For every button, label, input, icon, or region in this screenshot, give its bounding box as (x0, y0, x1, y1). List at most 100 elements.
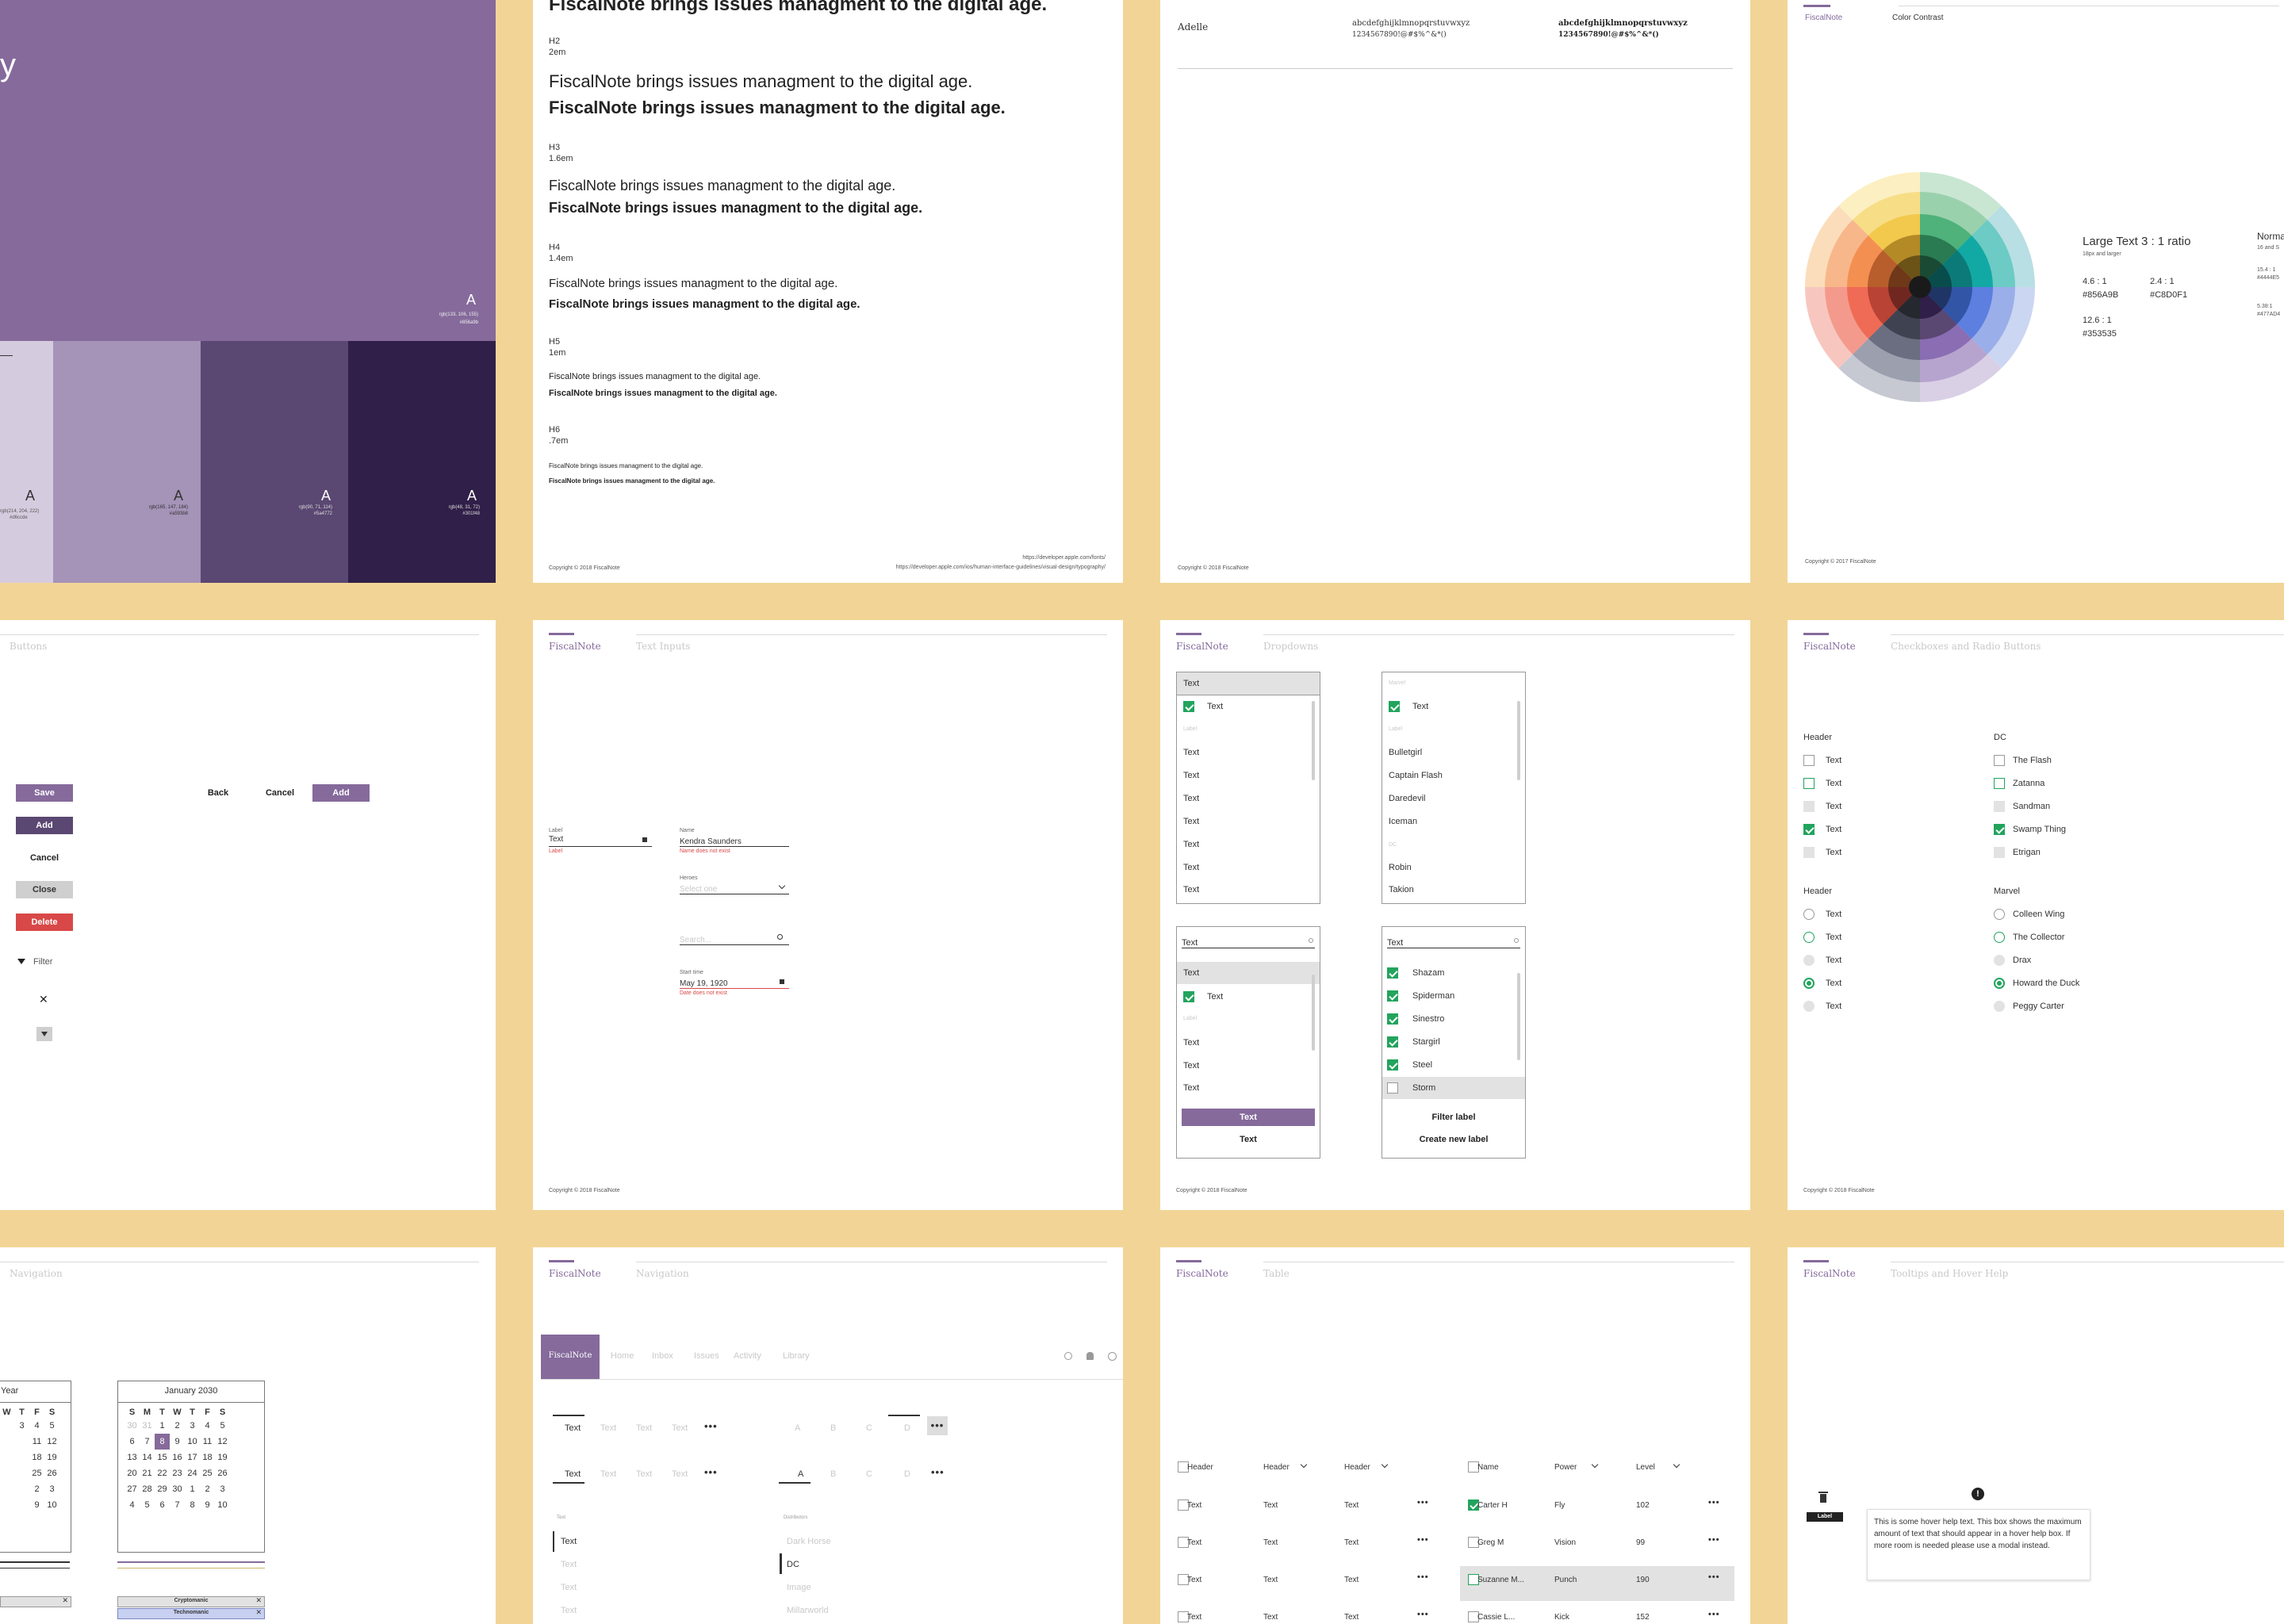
calendar-day[interactable]: 10 (44, 1497, 59, 1513)
calendar-day[interactable] (0, 1497, 14, 1513)
calendar-day[interactable]: 2 (200, 1481, 215, 1497)
calendar-day[interactable]: 18 (200, 1450, 215, 1465)
calendar-day[interactable]: 17 (185, 1450, 200, 1465)
table-row[interactable]: Cassie L... Kick 152 ••• (1460, 1603, 1734, 1624)
calendar-day[interactable]: 11 (29, 1434, 44, 1450)
nav-item-issues[interactable]: Issues (694, 1351, 719, 1361)
calendar-day[interactable]: 4 (200, 1418, 215, 1434)
bell-icon[interactable] (1086, 1352, 1094, 1360)
info-icon[interactable]: ! (1972, 1488, 1984, 1500)
chevron-down-icon[interactable] (1591, 1461, 1599, 1469)
calendar-day[interactable]: 26 (215, 1465, 230, 1481)
name-field[interactable]: Name Kendra Saunders Name does not exist (680, 828, 789, 854)
vertical-nav-item[interactable]: Text (561, 1560, 577, 1569)
scrollbar[interactable] (1312, 701, 1315, 780)
close-icon[interactable]: ✕ (255, 1596, 262, 1605)
table-row[interactable]: Text Text Text ••• (1160, 1572, 1446, 1593)
dropdown-list-2[interactable]: Marvel Text Label Bulletgirl Captain Fla… (1382, 672, 1526, 904)
table-row[interactable]: Carter H Fly 102 ••• (1460, 1492, 1734, 1526)
distributor-item[interactable]: Millarworld (787, 1606, 829, 1615)
search-icon[interactable] (1064, 1352, 1072, 1360)
more-icon[interactable]: ••• (704, 1420, 718, 1432)
checkbox-checked[interactable] (1387, 1059, 1398, 1071)
dropdown-item[interactable]: Text (1183, 1061, 1199, 1071)
calendar-day[interactable]: 25 (200, 1465, 215, 1481)
dropdown-filter-2[interactable]: Text Shazam Spiderman Sinestro Stargirl … (1382, 926, 1526, 1159)
nav-brand[interactable]: FiscalNote (541, 1335, 600, 1379)
dropdown-unchecked-item[interactable]: Storm (1412, 1083, 1435, 1093)
tag-technomanic[interactable]: Technomanic ✕ (117, 1608, 265, 1619)
calendar-day[interactable]: 3 (185, 1418, 200, 1434)
dropdown-checked-item[interactable]: Spiderman (1412, 991, 1454, 1001)
calendar-day[interactable]: 19 (44, 1450, 59, 1465)
calendar-day[interactable]: 11 (200, 1434, 215, 1450)
dropdown-checked-item[interactable]: Stargirl (1412, 1037, 1440, 1047)
table-row[interactable]: Text Text Text ••• (1160, 1610, 1446, 1624)
dropdown-checked-item[interactable]: Shazam (1412, 968, 1444, 978)
calendar-day[interactable] (14, 1434, 29, 1450)
calendar-day[interactable]: 1 (155, 1418, 170, 1434)
tab-text[interactable]: Text (636, 1423, 652, 1433)
calendar-day[interactable]: 7 (140, 1434, 155, 1450)
dropdown-checked-item[interactable]: Text (1207, 992, 1223, 1002)
checkbox-checked[interactable] (1387, 1013, 1398, 1025)
apple-hig-link[interactable]: https://developer.apple.com/ios/human-in… (896, 565, 1106, 570)
save-button[interactable]: Save (16, 784, 73, 802)
dropdown-list-1[interactable]: Text Text Label Text Text Text Text Text… (1176, 672, 1320, 904)
distributor-item-active[interactable]: DC (787, 1560, 799, 1569)
dropdown-secondary-button[interactable]: Text (1182, 1131, 1315, 1148)
filter-button[interactable]: Filter (17, 957, 52, 967)
checkbox-checked[interactable] (1387, 1036, 1398, 1048)
calendar-day[interactable] (0, 1434, 14, 1450)
more-icon[interactable]: ••• (927, 1416, 948, 1435)
table-header[interactable]: Header (1344, 1463, 1370, 1472)
chevron-down-icon[interactable] (1300, 1461, 1308, 1469)
calendar-day[interactable]: 26 (44, 1465, 59, 1481)
tab-letter[interactable]: D (904, 1423, 910, 1433)
dropdown-search-input[interactable]: Text (1182, 935, 1315, 948)
table-row[interactable]: Text Text Text ••• (1160, 1535, 1446, 1556)
table-header[interactable]: Name (1477, 1463, 1499, 1472)
calendar-day[interactable]: 9 (170, 1434, 185, 1450)
calendar-day[interactable]: 12 (215, 1434, 230, 1450)
nav-item-activity[interactable]: Activity (734, 1351, 761, 1361)
calendar-day[interactable]: 3 (215, 1481, 230, 1497)
year-calendar[interactable]: Year W T F S 3 4 5 11 12 18 19 25 26 2 3 9 10 (0, 1381, 71, 1553)
more-icon[interactable]: ••• (1417, 1572, 1429, 1582)
calendar-day[interactable]: 2 (170, 1418, 185, 1434)
calendar-day[interactable]: 5 (44, 1418, 59, 1434)
calendar-day[interactable]: 31 (140, 1418, 155, 1434)
label-field[interactable]: Label Text Label (549, 828, 652, 854)
dropdown-primary-button[interactable]: Text (1182, 1109, 1315, 1126)
more-icon[interactable]: ••• (1708, 1610, 1720, 1619)
calendar-day[interactable]: 25 (29, 1465, 44, 1481)
calendar-day[interactable]: 14 (140, 1450, 155, 1465)
dropdown-item[interactable]: Text (1183, 1083, 1199, 1093)
calendar-day[interactable]: 19 (215, 1450, 230, 1465)
calendar-day[interactable] (0, 1450, 14, 1465)
calendar-day[interactable]: 4 (125, 1497, 140, 1513)
dropdown-item[interactable]: Text (1183, 863, 1199, 872)
radio-button-focus[interactable] (1803, 932, 1815, 943)
calendar-day[interactable]: 6 (125, 1434, 140, 1450)
calendar-day[interactable]: 9 (200, 1497, 215, 1513)
calendar-day[interactable]: 28 (140, 1481, 155, 1497)
dropdown-item[interactable]: Text (1183, 885, 1199, 894)
checkbox-checked[interactable] (1387, 967, 1398, 979)
calendar-day[interactable]: 3 (14, 1418, 29, 1434)
chevron-down-icon[interactable] (1381, 1461, 1389, 1469)
calendar-day[interactable]: 23 (170, 1465, 185, 1481)
checkbox-disabled[interactable] (1994, 847, 2005, 858)
tab-text[interactable]: Text (672, 1469, 688, 1479)
scrollbar[interactable] (1517, 701, 1520, 780)
checkbox-checked[interactable] (1994, 824, 2005, 835)
dropdown-item[interactable]: Text (1183, 748, 1199, 757)
calendar-day[interactable]: 12 (44, 1434, 59, 1450)
dropdown-item[interactable]: Robin (1389, 863, 1412, 872)
calendar-day[interactable]: 30 (125, 1418, 140, 1434)
more-icon[interactable]: ••• (704, 1466, 718, 1478)
dropdown-checked-item[interactable]: Text (1412, 702, 1428, 711)
dropdown-checked-item[interactable]: Text (1207, 702, 1223, 711)
table-header[interactable]: Header (1187, 1463, 1213, 1472)
calendar-day[interactable]: 7 (170, 1497, 185, 1513)
